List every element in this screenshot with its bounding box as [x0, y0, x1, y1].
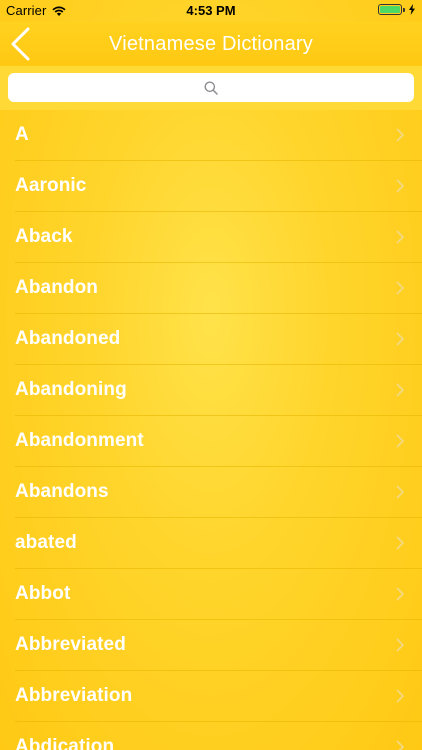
- word-label: Abandoning: [15, 379, 127, 400]
- word-label: Abdication: [15, 736, 115, 750]
- battery-icon: [378, 4, 405, 15]
- chevron-right-icon: [396, 128, 404, 142]
- list-item[interactable]: Abandoned: [0, 314, 422, 365]
- back-button[interactable]: [2, 22, 38, 66]
- list-item[interactable]: Abbreviated: [0, 620, 422, 671]
- list-item[interactable]: Abandoning: [0, 365, 422, 416]
- chevron-right-icon: [396, 638, 404, 652]
- word-label: Aback: [15, 226, 73, 247]
- chevron-right-icon: [396, 689, 404, 703]
- chevron-right-icon: [396, 740, 404, 750]
- list-item[interactable]: Abdication: [0, 722, 422, 750]
- chevron-right-icon: [396, 587, 404, 601]
- word-label: Abandoned: [15, 328, 121, 349]
- chevron-right-icon: [396, 332, 404, 346]
- status-bar: Carrier 4:53 PM: [0, 0, 422, 22]
- status-right: [378, 4, 416, 15]
- page-title: Vietnamese Dictionary: [109, 33, 313, 55]
- list-item[interactable]: abated: [0, 518, 422, 569]
- status-time: 4:53 PM: [186, 3, 236, 18]
- list-item[interactable]: Abbot: [0, 569, 422, 620]
- word-label: Abbreviated: [15, 634, 126, 655]
- list-item[interactable]: Abandons: [0, 467, 422, 518]
- search-input[interactable]: [8, 73, 414, 102]
- list-item[interactable]: Abbreviation: [0, 671, 422, 722]
- word-label: A: [15, 124, 29, 145]
- chevron-right-icon: [396, 485, 404, 499]
- word-label: Aaronic: [15, 175, 87, 196]
- list-item[interactable]: Abandon: [0, 263, 422, 314]
- list-item[interactable]: Abandonment: [0, 416, 422, 467]
- chevron-right-icon: [396, 281, 404, 295]
- chevron-left-icon: [11, 27, 30, 61]
- word-label: abated: [15, 532, 77, 553]
- charging-icon: [409, 4, 415, 15]
- word-label: Abbot: [15, 583, 71, 604]
- word-label: Abbreviation: [15, 685, 133, 706]
- list-item[interactable]: Aaronic: [0, 161, 422, 212]
- search-bar: [0, 66, 422, 110]
- chevron-right-icon: [396, 434, 404, 448]
- chevron-right-icon: [396, 230, 404, 244]
- list-item[interactable]: Aback: [0, 212, 422, 263]
- search-field[interactable]: [8, 73, 414, 102]
- battery-level-fill: [380, 6, 400, 13]
- word-label: Abandonment: [15, 430, 144, 451]
- navigation-bar: Vietnamese Dictionary: [0, 22, 422, 66]
- chevron-right-icon: [396, 536, 404, 550]
- word-label: Abandon: [15, 277, 99, 298]
- app-screen: Carrier 4:53 PM Vietnamese Dictionary A …: [0, 0, 422, 750]
- word-label: Abandons: [15, 481, 109, 502]
- chevron-right-icon: [396, 383, 404, 397]
- word-list: A Aaronic Aback Abandon Abandoned Abandoning A…: [0, 110, 422, 750]
- chevron-right-icon: [396, 179, 404, 193]
- list-item[interactable]: A: [0, 110, 422, 161]
